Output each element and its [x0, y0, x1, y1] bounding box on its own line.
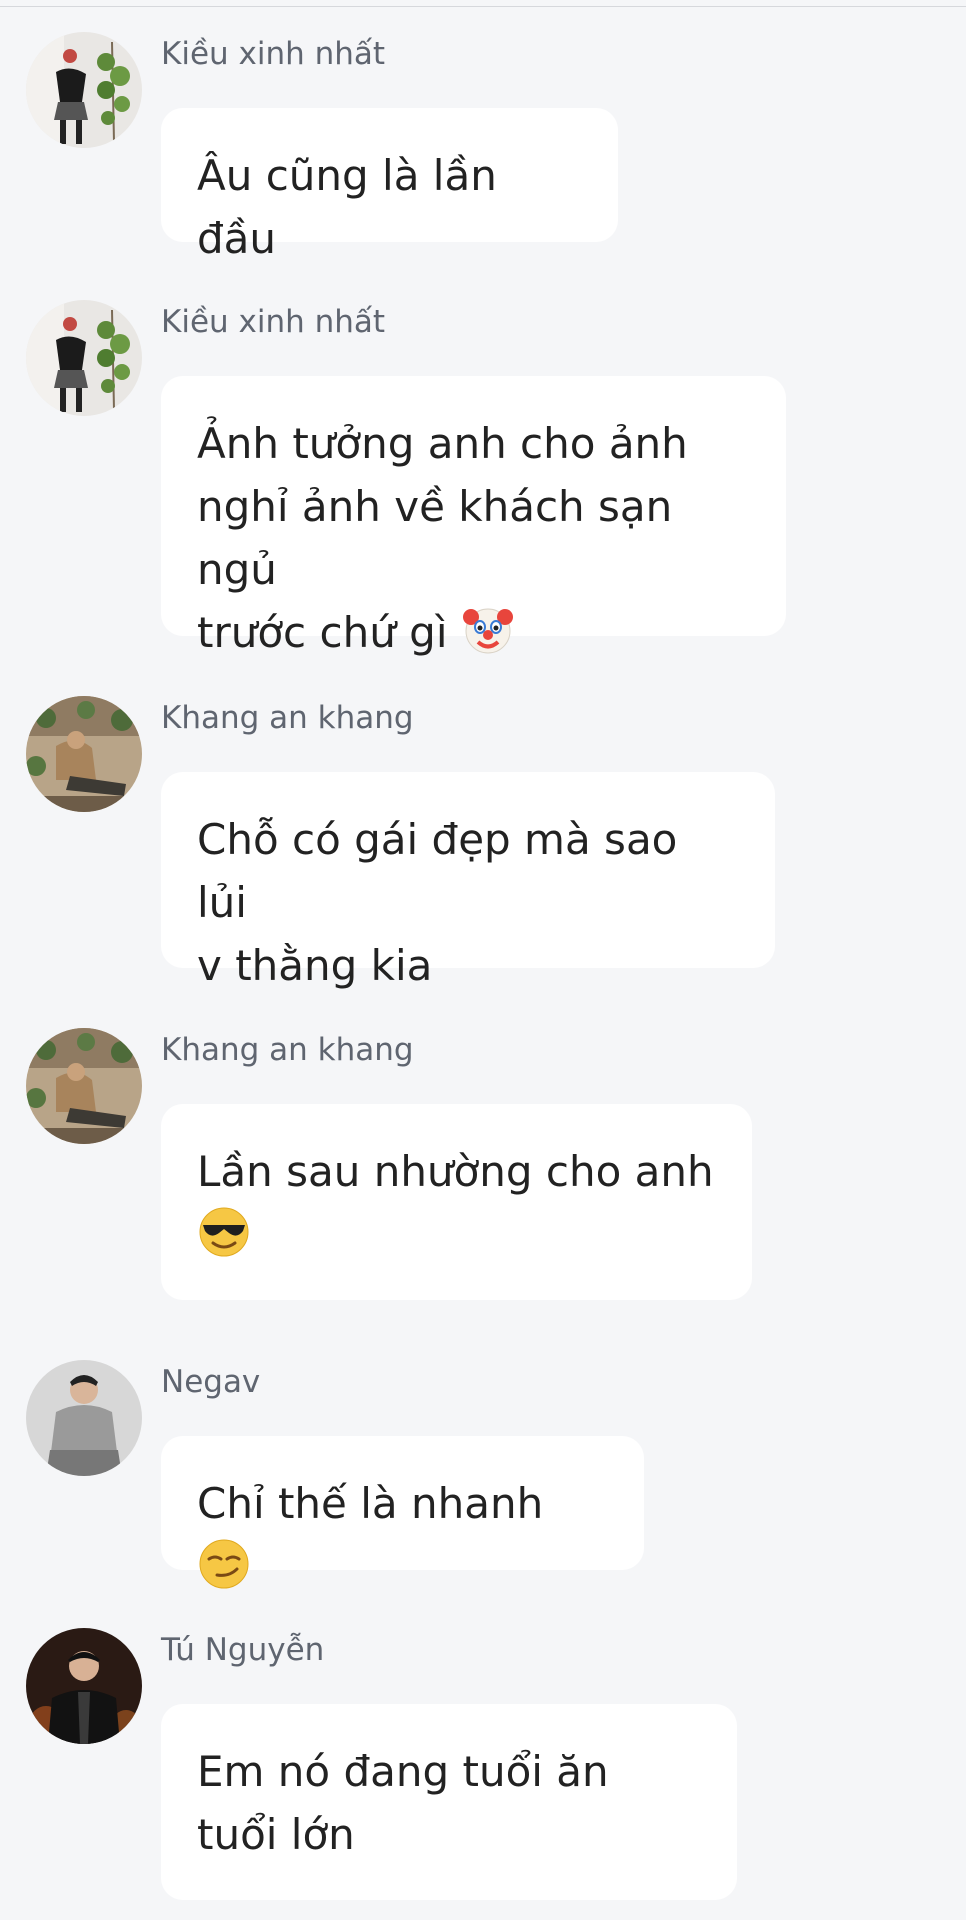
sender-name: Tú Nguyễn — [161, 1632, 325, 1668]
message-text-emoji-line — [197, 1203, 716, 1266]
avatar-tu-icon[interactable] — [26, 1628, 142, 1744]
message-bubble[interactable]: Chỉ thế là nhanh — [161, 1436, 644, 1589]
message-bubble[interactable]: Ảnh tưởng anh cho ảnh nghỉ ảnh về khách … — [161, 376, 786, 657]
message-text: trước chứ gì — [197, 601, 750, 664]
sender-name: Kiều xinh nhất — [161, 36, 386, 72]
message-text: Âu cũng là lần đầu — [197, 151, 497, 263]
avatar-khang-icon[interactable] — [26, 1028, 142, 1144]
message-text-line: trước chứ gì — [197, 608, 448, 657]
avatar-negav-icon[interactable] — [26, 1360, 142, 1476]
message-bubble[interactable]: Lần sau nhường cho anh — [161, 1104, 752, 1300]
message-bubble[interactable]: Âu cũng là lần đầu — [161, 108, 618, 263]
message-text-line: Chỉ thế là nhanh — [197, 1479, 544, 1528]
message-text: nghỉ ảnh về khách sạn ngủ — [197, 482, 673, 594]
avatar-kieu-icon[interactable] — [26, 32, 142, 148]
message-bubble[interactable]: Em nó đang tuổi ăn tuổi lớn — [161, 1704, 737, 1900]
chat-message-list[interactable]: Kiều xinh nhất Âu cũng là lần đầu Kiều x… — [0, 0, 966, 1920]
sender-name: Khang an khang — [161, 1032, 414, 1068]
message-bubble[interactable]: Chỗ có gái đẹp mà sao lủi v thằng kia — [161, 772, 775, 990]
smirking-face-emoji — [199, 1539, 249, 1589]
avatar-kieu-icon[interactable] — [26, 300, 142, 416]
message-text: Chỗ có gái đẹp mà sao lủi — [197, 815, 678, 927]
clown-face-emoji — [462, 608, 513, 654]
message-text: Lần sau nhường cho anh — [197, 1147, 714, 1196]
sender-name: Khang an khang — [161, 700, 414, 736]
message-text: Em nó đang tuổi ăn — [197, 1747, 609, 1796]
sender-name: Negav — [161, 1364, 261, 1400]
message-text: Ảnh tưởng anh cho ảnh — [197, 419, 688, 468]
message-text: Chỉ thế là nhanh — [197, 1472, 608, 1598]
sender-name: Kiều xinh nhất — [161, 304, 386, 340]
sunglasses-emoji — [199, 1207, 249, 1257]
message-text: v thằng kia — [197, 941, 433, 990]
message-text: tuổi lớn — [197, 1810, 355, 1859]
avatar-khang-icon[interactable] — [26, 696, 142, 812]
